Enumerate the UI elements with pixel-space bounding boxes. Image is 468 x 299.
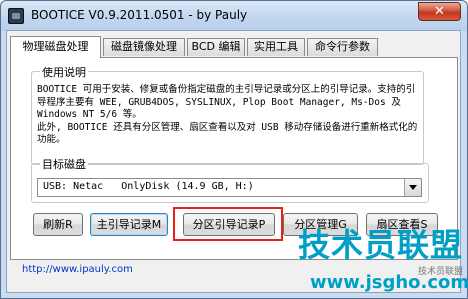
usage-description: BOOTICE 可用于安装、修复或备份指定磁盘的主引导记录或分区上的引导记录。支… <box>37 84 418 145</box>
watermark-main-text: 技术员联盟 <box>298 226 464 264</box>
title-bar[interactable]: BOOTICE V0.9.2011.0501 - by Pauly ✕ <box>1 1 467 31</box>
tab-bcd-edit[interactable]: BCD 编辑 <box>187 38 245 56</box>
highlight-annotation <box>173 207 283 241</box>
refresh-button[interactable]: 刷新R <box>33 213 83 236</box>
chevron-down-icon[interactable] <box>404 179 421 196</box>
app-icon <box>8 8 24 24</box>
tab-utilities[interactable]: 实用工具 <box>247 38 305 56</box>
target-disk-groupbox: 目标磁盘 USB: Netac OnlyDisk (14.9 GB, H:) <box>31 156 429 203</box>
usage-groupbox: 使用说明 BOOTICE 可用于安装、修复或备份指定磁盘的主引导记录或分区上的引… <box>31 64 424 165</box>
usage-group-label: 使用说明 <box>40 64 88 80</box>
target-disk-select[interactable]: USB: Netac OnlyDisk (14.9 GB, H:) <box>37 178 422 197</box>
target-disk-label: 目标磁盘 <box>40 156 88 172</box>
homepage-link[interactable]: http://www.ipauly.com <box>22 264 133 275</box>
tab-command-line[interactable]: 命令行参数 <box>307 38 378 56</box>
tab-disk-image[interactable]: 磁盘镜像处理 <box>103 38 185 56</box>
window-title: BOOTICE V0.9.2011.0501 - by Pauly <box>31 8 248 22</box>
tab-physical-disk[interactable]: 物理磁盘处理 <box>10 36 101 58</box>
mbr-button[interactable]: 主引导记录M <box>90 213 168 236</box>
close-button[interactable]: ✕ <box>418 2 461 21</box>
watermark-logo: 技术员联盟 技术员联盟 www.jsgho.com <box>298 214 468 298</box>
watermark-url-text: www.jsgho.com <box>310 272 468 293</box>
target-disk-value: USB: Netac OnlyDisk (14.9 GB, H:) <box>43 181 254 192</box>
